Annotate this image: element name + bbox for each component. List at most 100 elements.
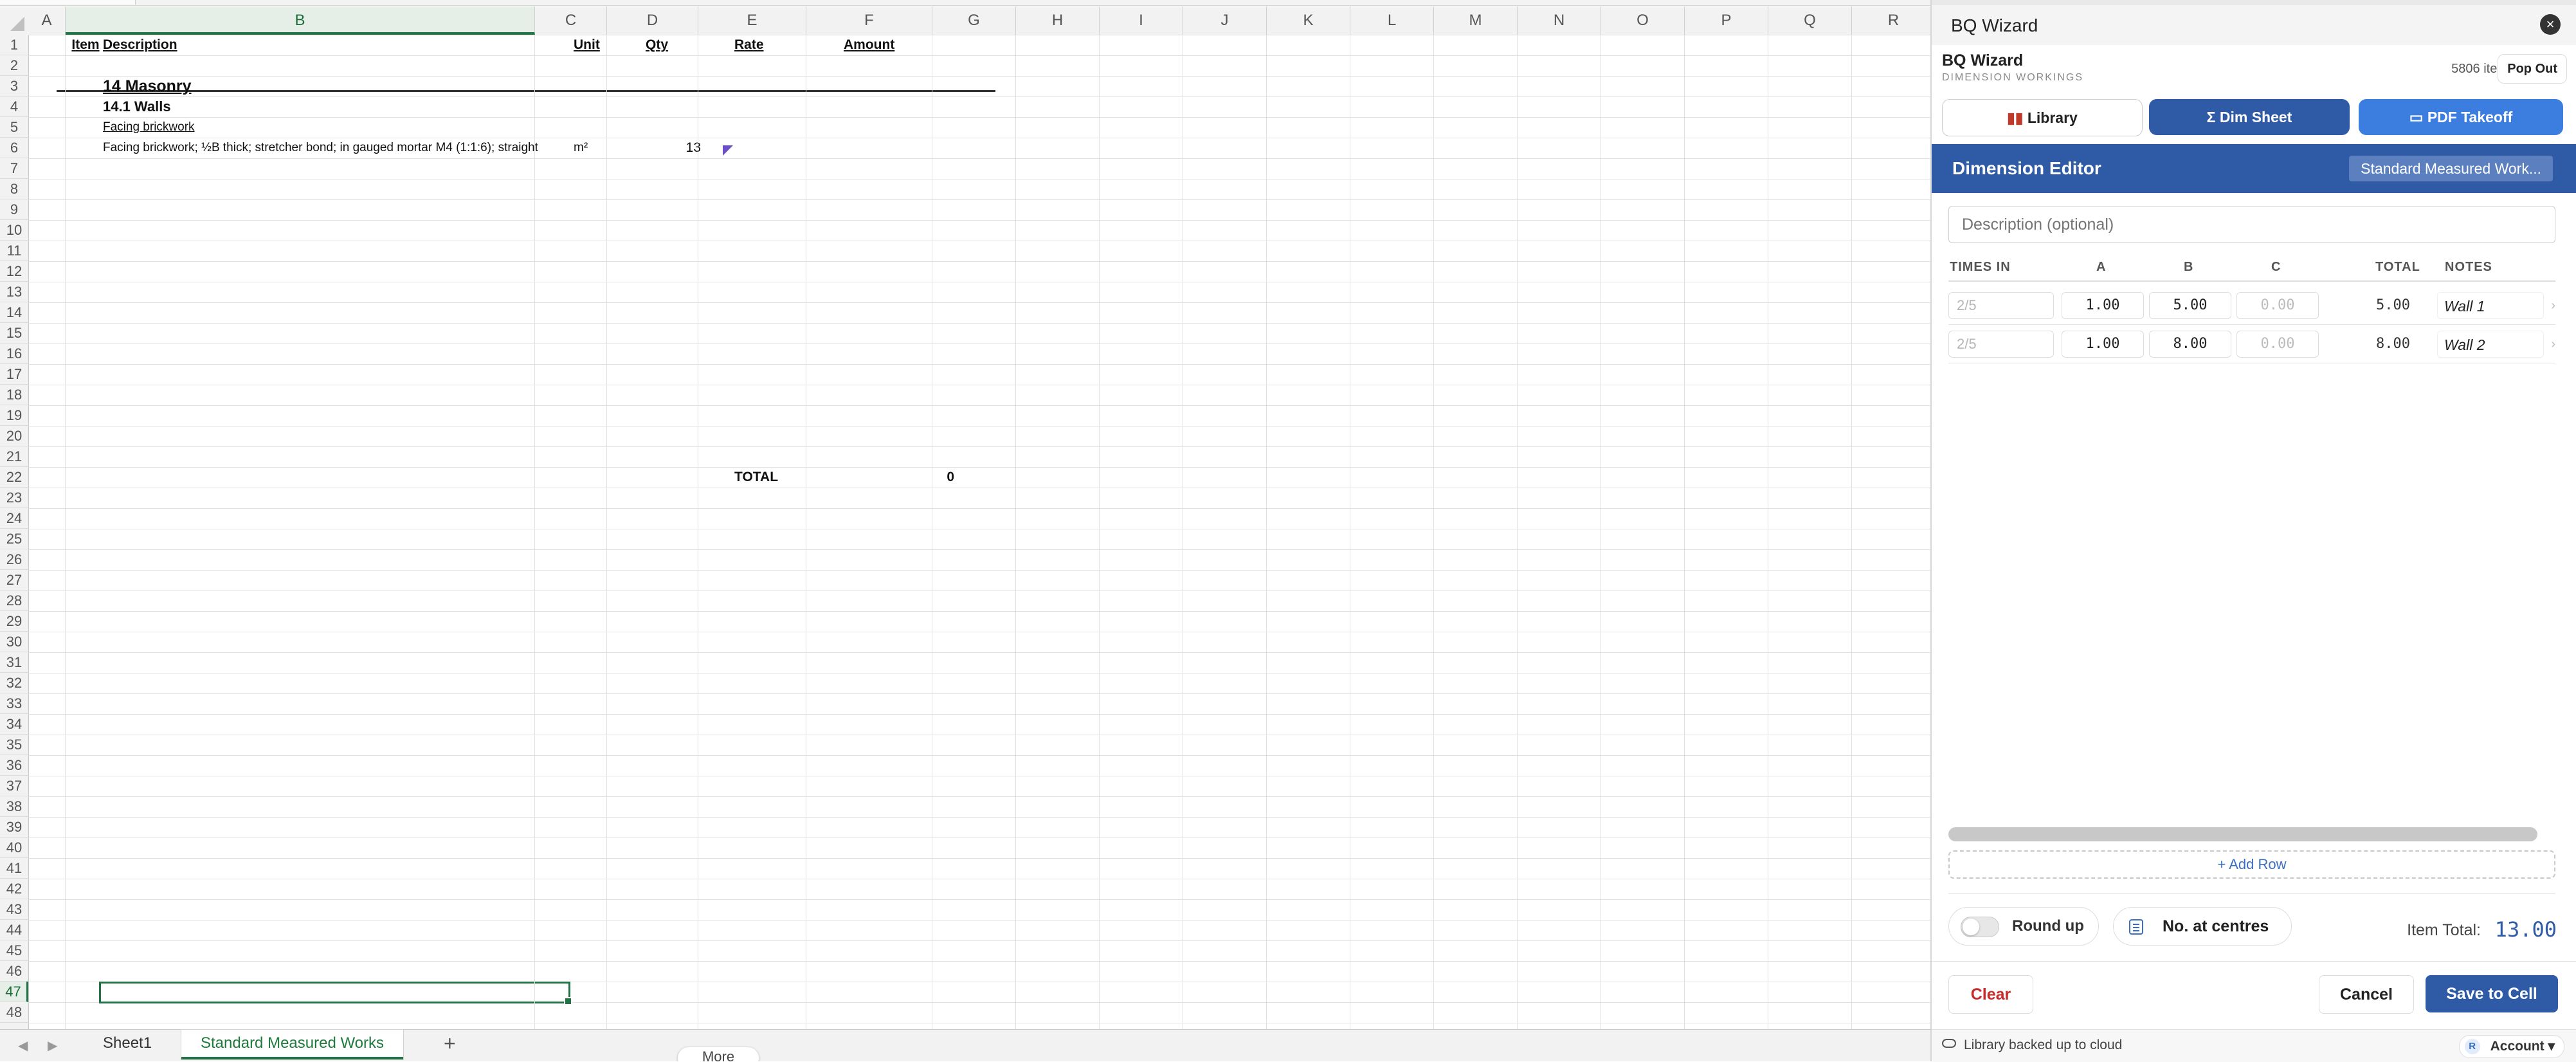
- row-header-10[interactable]: 10: [0, 220, 28, 241]
- column-header-p[interactable]: P: [1685, 6, 1768, 35]
- row-header-27[interactable]: 27: [0, 570, 28, 591]
- section-heading[interactable]: 14 Masonry: [103, 76, 192, 96]
- row-header-37[interactable]: 37: [0, 776, 28, 796]
- column-header-e[interactable]: E: [698, 6, 806, 35]
- item-qty[interactable]: 13: [642, 138, 701, 158]
- library-button[interactable]: ▮▮ Library: [1942, 99, 2143, 136]
- header-unit[interactable]: Unit: [574, 35, 600, 55]
- row-header-6[interactable]: 6: [0, 138, 28, 158]
- row-header-2[interactable]: 2: [0, 55, 28, 76]
- cancel-button[interactable]: Cancel: [2319, 975, 2414, 1014]
- header-amount[interactable]: Amount: [844, 35, 894, 55]
- cell-grid[interactable]: Item Description Unit Qty Rate Amount 14…: [28, 35, 1930, 1029]
- column-header-g[interactable]: G: [932, 6, 1016, 35]
- row-header-35[interactable]: 35: [0, 735, 28, 755]
- row-header-47[interactable]: 47: [0, 982, 28, 1002]
- row-header-24[interactable]: 24: [0, 508, 28, 529]
- row-header-23[interactable]: 23: [0, 488, 28, 508]
- row-header-5[interactable]: 5: [0, 117, 28, 138]
- times-in-field[interactable]: 2/5: [1948, 331, 2054, 358]
- row-header-28[interactable]: 28: [0, 591, 28, 611]
- row-header-19[interactable]: 19: [0, 405, 28, 426]
- header-qty[interactable]: Qty: [646, 35, 668, 55]
- item-unit[interactable]: m²: [574, 138, 588, 158]
- group-heading[interactable]: Facing brickwork: [103, 117, 195, 138]
- column-header-a[interactable]: A: [28, 6, 66, 35]
- row-header-41[interactable]: 41: [0, 858, 28, 879]
- pdf-takeoff-button[interactable]: ▭ PDF Takeoff: [2359, 99, 2563, 135]
- tab-sheet1[interactable]: Sheet1: [84, 1030, 171, 1057]
- dim-b-field[interactable]: 5.00: [2149, 292, 2231, 319]
- dim-sheet-button[interactable]: Σ Dim Sheet: [2149, 99, 2350, 135]
- row-header-3[interactable]: 3: [0, 76, 28, 96]
- fill-handle[interactable]: [564, 997, 572, 1005]
- row-header-43[interactable]: 43: [0, 899, 28, 920]
- row-header-42[interactable]: 42: [0, 879, 28, 899]
- note-field[interactable]: Wall 1: [2437, 292, 2544, 319]
- dim-c-field[interactable]: 0.00: [2236, 331, 2319, 358]
- row-header-33[interactable]: 33: [0, 693, 28, 714]
- row-header-20[interactable]: 20: [0, 426, 28, 446]
- active-cell-b47[interactable]: [99, 982, 572, 1005]
- total-value[interactable]: 0: [841, 467, 954, 488]
- name-box[interactable]: [0, 0, 136, 5]
- library-source-badge[interactable]: Standard Measured Work...: [2349, 156, 2553, 181]
- column-header-j[interactable]: J: [1183, 6, 1267, 35]
- toggle-switch[interactable]: [1961, 917, 1999, 937]
- header-rate[interactable]: Rate: [734, 35, 764, 55]
- add-sheet-button[interactable]: +: [444, 1032, 456, 1054]
- column-header-d[interactable]: D: [607, 6, 698, 35]
- add-row-button[interactable]: + Add Row: [1948, 850, 2555, 879]
- times-in-field[interactable]: 2/5: [1948, 292, 2054, 319]
- row-header-25[interactable]: 25: [0, 529, 28, 549]
- tab-scroll-left-icon[interactable]: ◀: [18, 1038, 28, 1054]
- row-header-22[interactable]: 22: [0, 467, 28, 488]
- row-more-icon[interactable]: ›: [2551, 331, 2555, 358]
- no-at-centres-button[interactable]: No. at centres: [2113, 907, 2292, 946]
- dim-a-field[interactable]: 1.00: [2062, 292, 2144, 319]
- row-header-32[interactable]: 32: [0, 673, 28, 693]
- pop-out-button[interactable]: Pop Out: [2498, 54, 2567, 84]
- column-header-m[interactable]: M: [1434, 6, 1518, 35]
- column-header-h[interactable]: H: [1016, 6, 1100, 35]
- row-header-14[interactable]: 14: [0, 302, 28, 323]
- row-header-17[interactable]: 17: [0, 364, 28, 385]
- dim-a-field[interactable]: 1.00: [2062, 331, 2144, 358]
- row-header-34[interactable]: 34: [0, 714, 28, 735]
- column-header-c[interactable]: C: [535, 6, 607, 35]
- row-header-48[interactable]: 48: [0, 1002, 28, 1023]
- column-header-b[interactable]: B: [66, 6, 535, 35]
- row-header-40[interactable]: 40: [0, 838, 28, 858]
- row-header-16[interactable]: 16: [0, 343, 28, 364]
- select-all-corner[interactable]: [0, 6, 29, 35]
- close-icon[interactable]: ×: [2540, 14, 2561, 35]
- tab-standard-measured-works[interactable]: Standard Measured Works: [181, 1030, 404, 1059]
- total-label[interactable]: TOTAL: [734, 467, 778, 488]
- row-header-4[interactable]: 4: [0, 96, 28, 117]
- column-header-f[interactable]: F: [806, 6, 932, 35]
- description-input[interactable]: [1948, 206, 2555, 243]
- row-header-9[interactable]: 9: [0, 199, 28, 220]
- round-up-toggle[interactable]: Round up: [1948, 907, 2099, 946]
- horizontal-scrollbar[interactable]: [1948, 827, 2537, 841]
- row-header-46[interactable]: 46: [0, 961, 28, 982]
- row-header-18[interactable]: 18: [0, 385, 28, 405]
- clear-button[interactable]: Clear: [1948, 975, 2033, 1014]
- item-description[interactable]: Facing brickwork; ½B thick; stretcher bo…: [103, 138, 538, 158]
- row-more-icon[interactable]: ›: [2551, 292, 2555, 319]
- column-header-r[interactable]: R: [1852, 6, 1930, 35]
- note-field[interactable]: Wall 2: [2437, 331, 2544, 358]
- row-header-29[interactable]: 29: [0, 611, 28, 632]
- row-header-21[interactable]: 21: [0, 446, 28, 467]
- row-header-31[interactable]: 31: [0, 652, 28, 673]
- row-header-45[interactable]: 45: [0, 940, 28, 961]
- dim-b-field[interactable]: 8.00: [2149, 331, 2231, 358]
- header-description[interactable]: Description: [103, 35, 177, 55]
- dim-c-field[interactable]: 0.00: [2236, 292, 2319, 319]
- row-header-36[interactable]: 36: [0, 755, 28, 776]
- row-header-8[interactable]: 8: [0, 179, 28, 199]
- comment-indicator-icon[interactable]: [723, 145, 733, 156]
- column-header-i[interactable]: I: [1100, 6, 1183, 35]
- row-header-15[interactable]: 15: [0, 323, 28, 343]
- row-header-13[interactable]: 13: [0, 282, 28, 302]
